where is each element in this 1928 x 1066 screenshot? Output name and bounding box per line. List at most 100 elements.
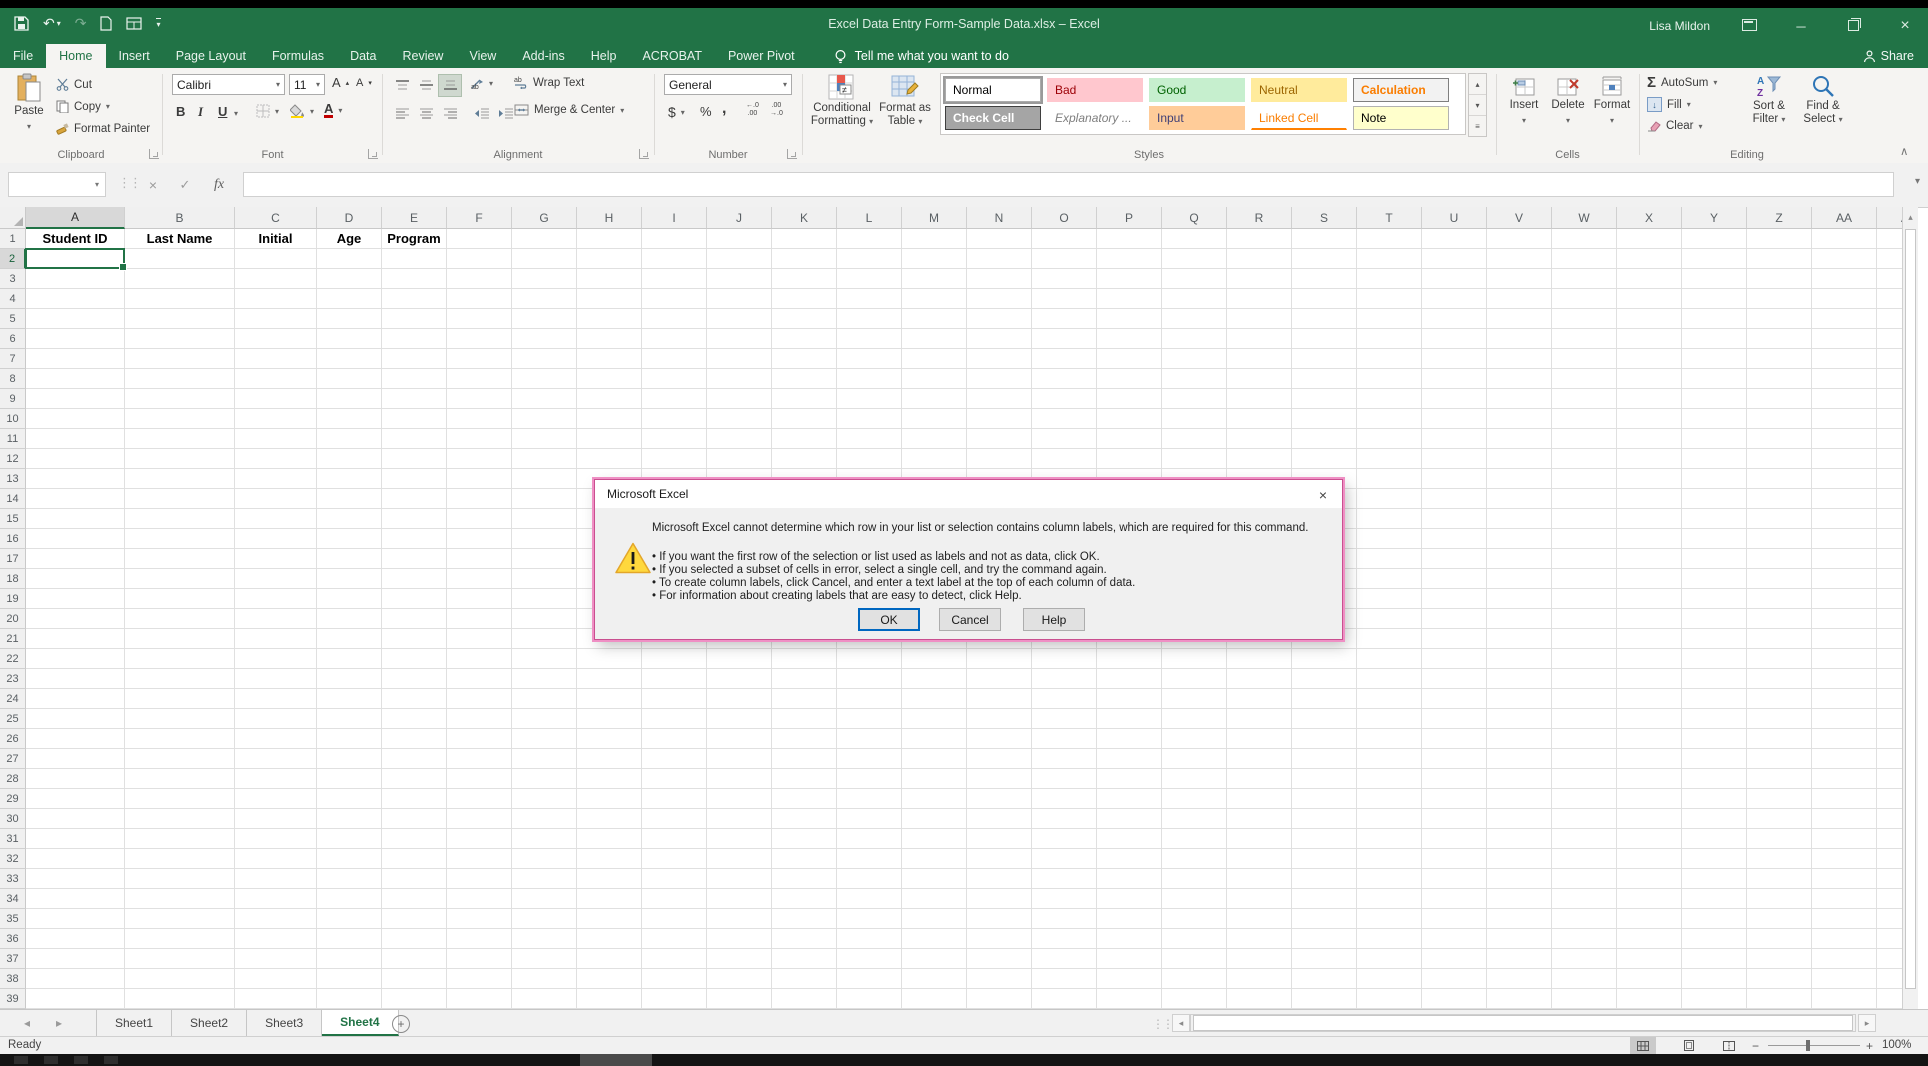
cell-W12[interactable] — [1552, 449, 1617, 469]
cell-U21[interactable] — [1422, 629, 1487, 649]
cell-T35[interactable] — [1357, 909, 1422, 929]
cell-J33[interactable] — [707, 869, 772, 889]
cell-N26[interactable] — [967, 729, 1032, 749]
cell-W25[interactable] — [1552, 709, 1617, 729]
cell-E9[interactable] — [382, 389, 447, 409]
cell-R8[interactable] — [1227, 369, 1292, 389]
cell-I33[interactable] — [642, 869, 707, 889]
cell-J24[interactable] — [707, 689, 772, 709]
cell-J8[interactable] — [707, 369, 772, 389]
cell-AB30[interactable] — [1877, 809, 1902, 829]
column-header-H[interactable]: H — [577, 207, 642, 229]
cell-Y38[interactable] — [1682, 969, 1747, 989]
row-header-24[interactable]: 24 — [0, 689, 26, 709]
tell-me-box[interactable]: Tell me what you want to do — [834, 44, 1009, 68]
horizontal-scrollbar[interactable] — [1190, 1014, 1856, 1032]
cell-A11[interactable] — [26, 429, 125, 449]
cell-H9[interactable] — [577, 389, 642, 409]
cell-S37[interactable] — [1292, 949, 1357, 969]
cell-O39[interactable] — [1032, 989, 1097, 1009]
cell-I11[interactable] — [642, 429, 707, 449]
cell-T10[interactable] — [1357, 409, 1422, 429]
fill-handle[interactable] — [119, 263, 127, 271]
cell-Z24[interactable] — [1747, 689, 1812, 709]
cell-I7[interactable] — [642, 349, 707, 369]
cell-H29[interactable] — [577, 789, 642, 809]
cell-B2[interactable] — [125, 249, 235, 269]
cell-AA15[interactable] — [1812, 509, 1877, 529]
cell-AB11[interactable] — [1877, 429, 1902, 449]
cell-B27[interactable] — [125, 749, 235, 769]
cell-Z33[interactable] — [1747, 869, 1812, 889]
percent-style-button[interactable]: % — [700, 104, 712, 119]
cell-M7[interactable] — [902, 349, 967, 369]
row-header-15[interactable]: 15 — [0, 509, 26, 529]
cell-AA26[interactable] — [1812, 729, 1877, 749]
cell-C34[interactable] — [235, 889, 317, 909]
cell-D12[interactable] — [317, 449, 382, 469]
cell-H5[interactable] — [577, 309, 642, 329]
cell-X2[interactable] — [1617, 249, 1682, 269]
cell-U13[interactable] — [1422, 469, 1487, 489]
cell-M28[interactable] — [902, 769, 967, 789]
cell-AA22[interactable] — [1812, 649, 1877, 669]
cell-G8[interactable] — [512, 369, 577, 389]
cell-AB5[interactable] — [1877, 309, 1902, 329]
cell-R31[interactable] — [1227, 829, 1292, 849]
cell-Z37[interactable] — [1747, 949, 1812, 969]
cell-A35[interactable] — [26, 909, 125, 929]
cell-AB26[interactable] — [1877, 729, 1902, 749]
autosum-button[interactable]: Σ AutoSum▾ — [1647, 74, 1717, 91]
cell-L9[interactable] — [837, 389, 902, 409]
cell-B13[interactable] — [125, 469, 235, 489]
cell-N35[interactable] — [967, 909, 1032, 929]
cell-G26[interactable] — [512, 729, 577, 749]
row-header-39[interactable]: 39 — [0, 989, 26, 1009]
font-color-button[interactable]: A ▾ — [324, 102, 342, 118]
cell-A25[interactable] — [26, 709, 125, 729]
cell-D19[interactable] — [317, 589, 382, 609]
sheet-tab-sheet2[interactable]: Sheet2 — [172, 1010, 247, 1036]
cell-A28[interactable] — [26, 769, 125, 789]
cell-N12[interactable] — [967, 449, 1032, 469]
cell-F2[interactable] — [447, 249, 512, 269]
cell-C5[interactable] — [235, 309, 317, 329]
cell-N11[interactable] — [967, 429, 1032, 449]
cell-X10[interactable] — [1617, 409, 1682, 429]
cell-D38[interactable] — [317, 969, 382, 989]
cell-Z38[interactable] — [1747, 969, 1812, 989]
cell-C26[interactable] — [235, 729, 317, 749]
cell-E11[interactable] — [382, 429, 447, 449]
cell-S22[interactable] — [1292, 649, 1357, 669]
cell-O12[interactable] — [1032, 449, 1097, 469]
cell-W29[interactable] — [1552, 789, 1617, 809]
cell-W20[interactable] — [1552, 609, 1617, 629]
cell-H26[interactable] — [577, 729, 642, 749]
row-header-18[interactable]: 18 — [0, 569, 26, 589]
cell-AB14[interactable] — [1877, 489, 1902, 509]
column-header-C[interactable]: C — [235, 207, 317, 229]
collapse-ribbon-icon[interactable]: ∧ — [1900, 144, 1908, 158]
cell-M8[interactable] — [902, 369, 967, 389]
cell-Y21[interactable] — [1682, 629, 1747, 649]
cell-M34[interactable] — [902, 889, 967, 909]
cell-A36[interactable] — [26, 929, 125, 949]
cell-C24[interactable] — [235, 689, 317, 709]
cell-X33[interactable] — [1617, 869, 1682, 889]
cell-B33[interactable] — [125, 869, 235, 889]
cell-I23[interactable] — [642, 669, 707, 689]
cell-R23[interactable] — [1227, 669, 1292, 689]
cell-H32[interactable] — [577, 849, 642, 869]
cell-F14[interactable] — [447, 489, 512, 509]
cell-E19[interactable] — [382, 589, 447, 609]
cell-D30[interactable] — [317, 809, 382, 829]
cell-AB33[interactable] — [1877, 869, 1902, 889]
cell-B1[interactable]: Last Name — [125, 229, 235, 249]
cell-D26[interactable] — [317, 729, 382, 749]
cell-C38[interactable] — [235, 969, 317, 989]
cell-M36[interactable] — [902, 929, 967, 949]
cell-F21[interactable] — [447, 629, 512, 649]
cell-AB28[interactable] — [1877, 769, 1902, 789]
cell-J23[interactable] — [707, 669, 772, 689]
cell-T32[interactable] — [1357, 849, 1422, 869]
